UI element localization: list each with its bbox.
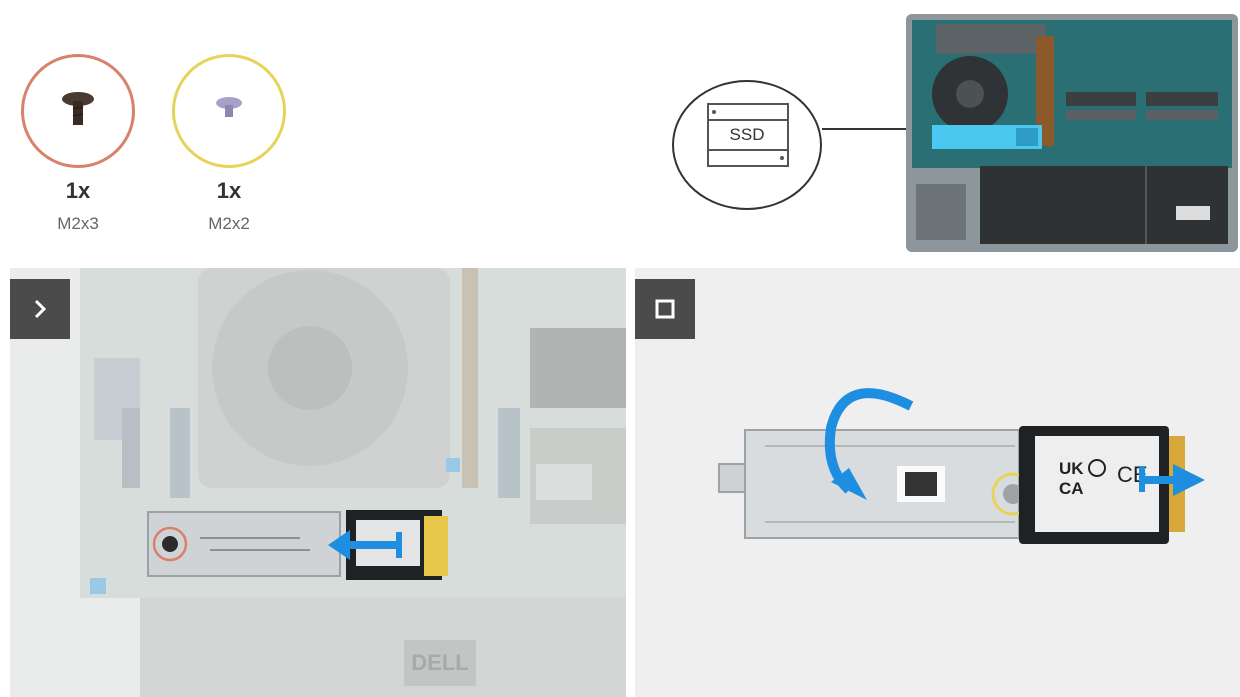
ssd-icon — [707, 103, 789, 167]
screw-m2x2-circle — [172, 54, 286, 168]
screw-m2x3-icon — [62, 92, 94, 125]
screw-m2x2-icon — [216, 97, 242, 117]
ssd-callout: SSD — [672, 80, 822, 210]
slide-out-arrow-shaft — [1145, 476, 1175, 484]
ssd-label: SSD — [729, 125, 765, 144]
slide-arrow-shaft — [346, 541, 396, 549]
board-closeup-illustration: DELL — [10, 268, 626, 697]
screw-m2x3-quantity: 1x — [65, 178, 91, 203]
step-next-badge — [10, 279, 70, 339]
laptop-base-illustration — [906, 14, 1238, 252]
square-stop-icon — [655, 299, 675, 319]
chevron-right-icon — [34, 299, 47, 319]
screw-m2x3-circle — [21, 54, 135, 168]
screw-m2x3-size: M2x3 — [57, 214, 99, 233]
dell-logo: DELL — [411, 650, 468, 675]
screw-m2x2-size: M2x2 — [208, 214, 250, 233]
step-end-badge — [635, 279, 695, 339]
step-remove-screw-panel: DELL — [10, 268, 626, 697]
ssd-shield-illustration: UK CA CE — [635, 268, 1240, 697]
cert-ca-label: CA — [1059, 479, 1084, 498]
laptop-overview — [906, 14, 1238, 252]
screw-m2x2-quantity: 1x — [216, 178, 242, 203]
cert-uk-label: UK — [1059, 459, 1084, 478]
step-remove-ssd-panel: UK CA CE — [635, 268, 1240, 697]
